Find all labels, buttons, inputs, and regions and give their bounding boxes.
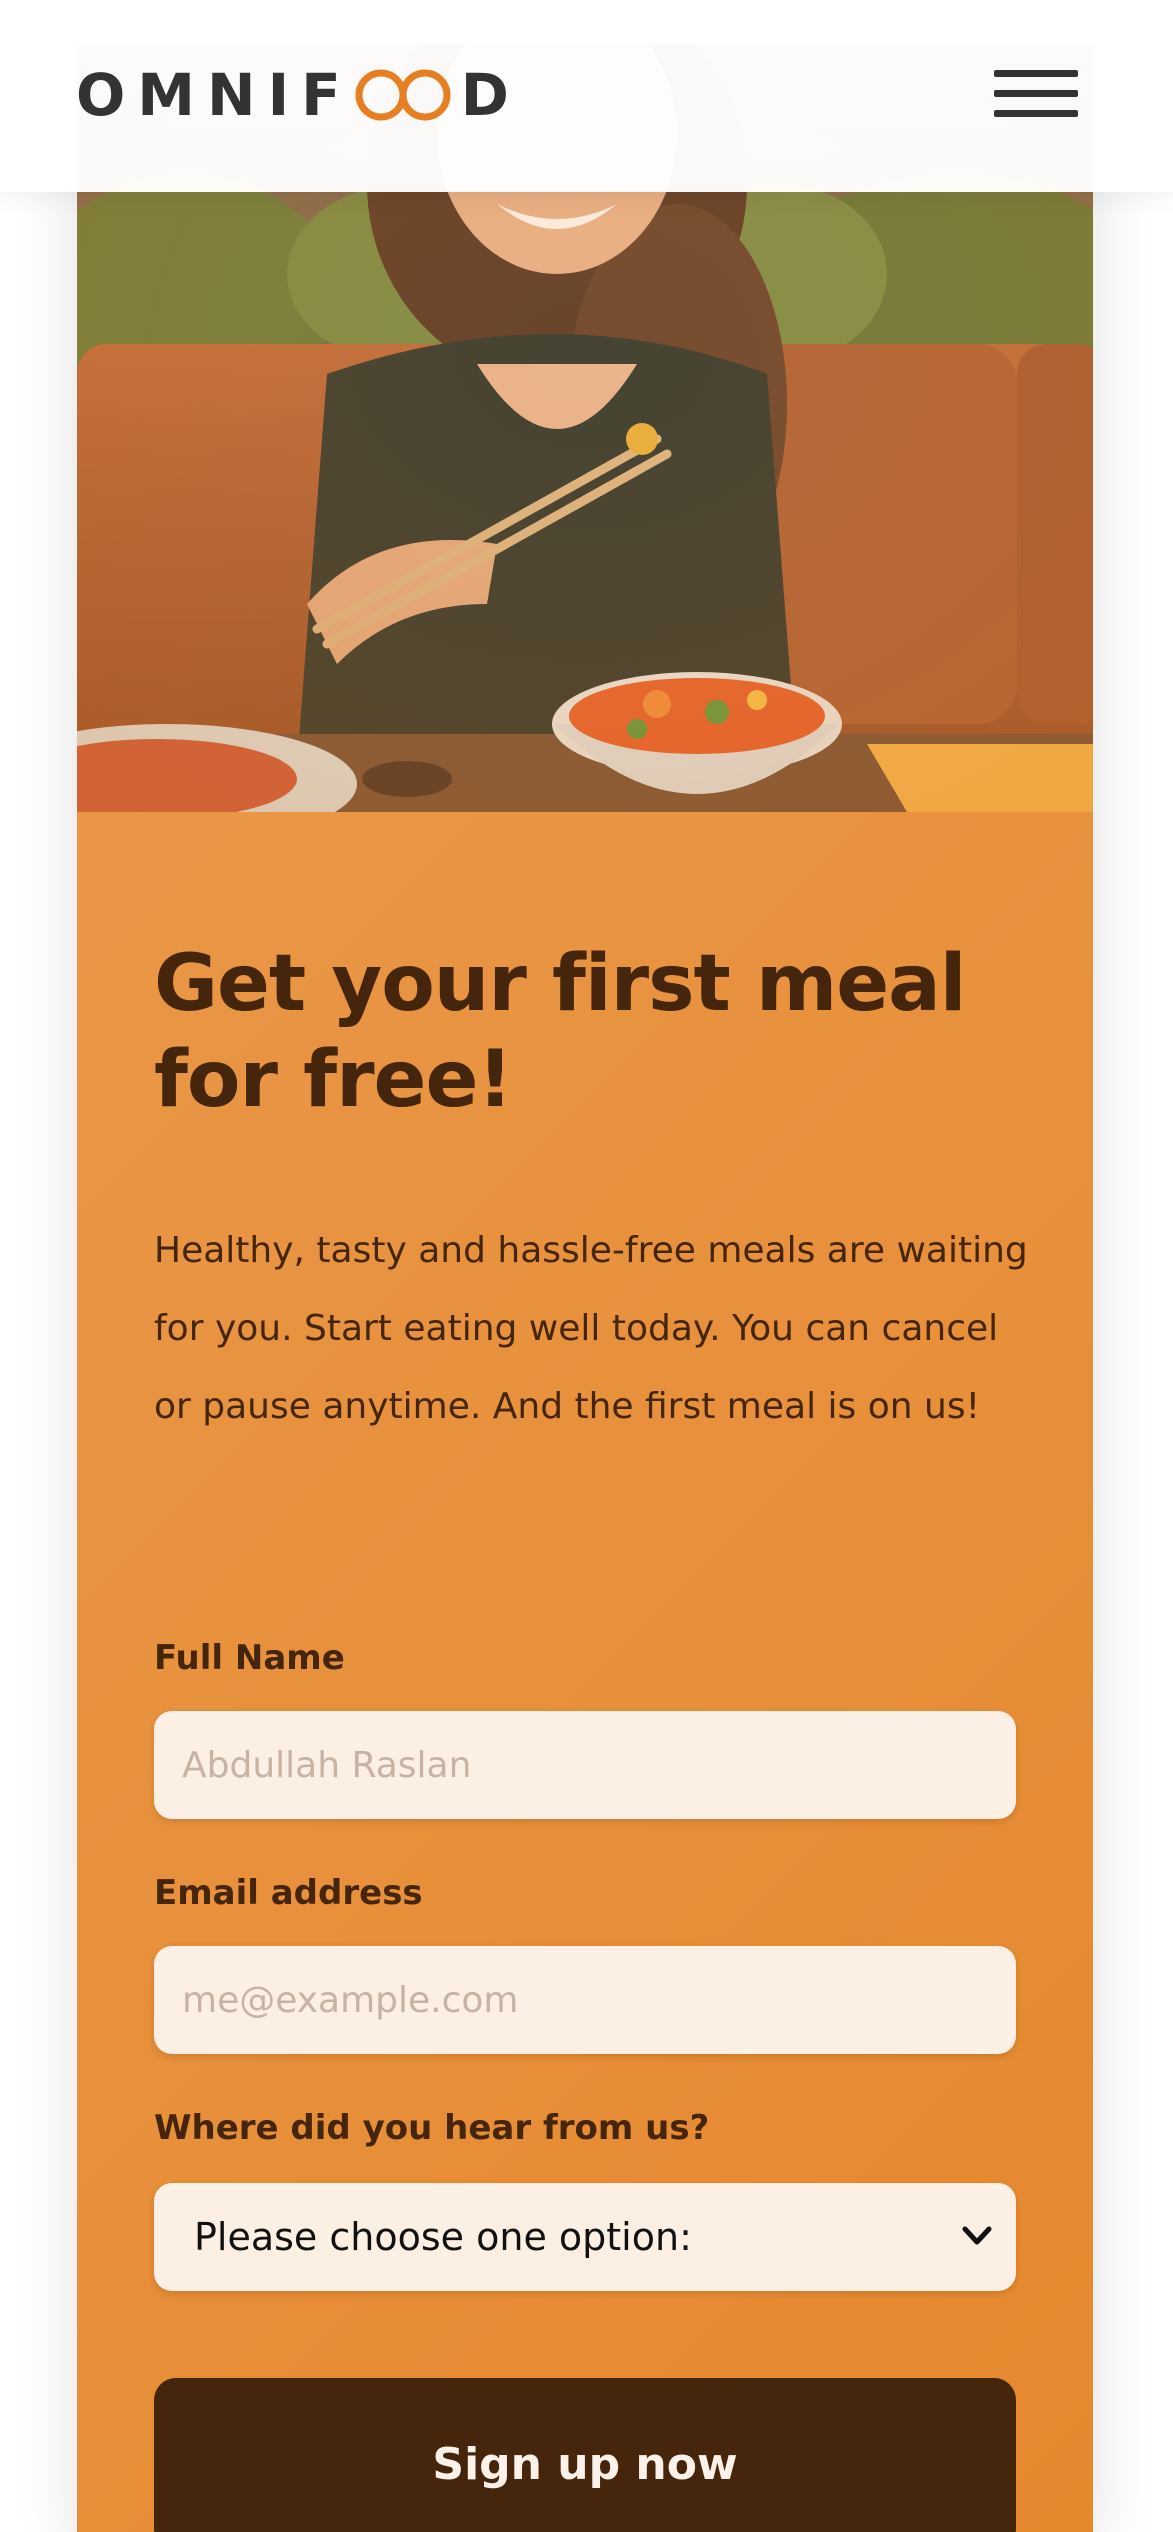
logo-text-right: D <box>460 61 521 129</box>
cta-heading: Get your first meal for free! <box>154 939 967 1125</box>
cta-card: Get your first meal for free! Healthy, t… <box>77 44 1093 2532</box>
source-select-label: Where did you hear from us? <box>154 2108 710 2148</box>
menu-bar-bottom <box>994 110 1078 117</box>
full-name-label: Full Name <box>154 1638 345 1678</box>
email-label: Email address <box>154 1873 423 1913</box>
logo-text-left: OMNIF <box>76 61 353 129</box>
infinity-loop-icon <box>355 69 451 121</box>
email-input[interactable] <box>154 1946 1016 2054</box>
source-select-value: Please choose one option: <box>194 2215 692 2259</box>
menu-bar-middle <box>994 90 1078 97</box>
menu-bar-top <box>994 70 1078 77</box>
site-header: OMNIF D <box>0 0 1173 192</box>
cta-description: Healthy, tasty and hassle-free meals are… <box>154 1230 1028 1427</box>
hamburger-menu-button[interactable] <box>990 66 1082 122</box>
source-select[interactable]: Please choose one option: <box>154 2183 1016 2291</box>
full-name-input[interactable] <box>154 1711 1016 1819</box>
sign-up-button[interactable]: Sign up now <box>154 2378 1016 2532</box>
chevron-down-icon <box>962 2226 992 2245</box>
cta-content: Get your first meal for free! Healthy, t… <box>77 812 1093 2532</box>
omnifood-logo[interactable]: OMNIF D <box>76 61 521 129</box>
